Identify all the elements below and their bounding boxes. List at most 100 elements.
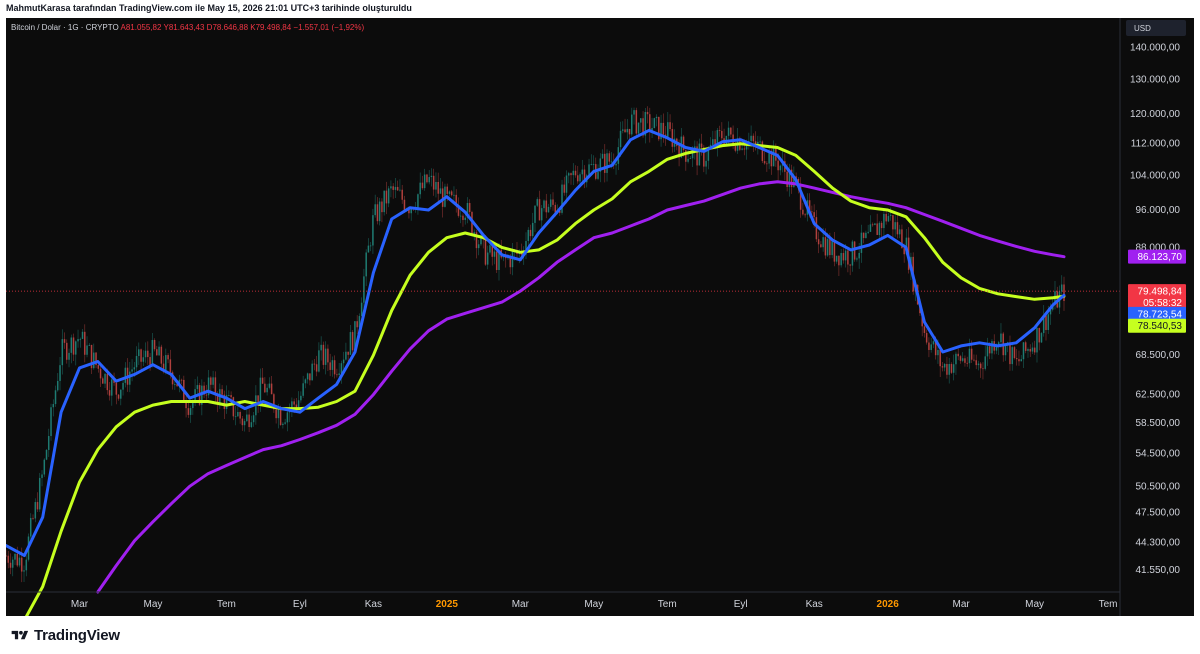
candle-body	[234, 416, 237, 418]
candle-body	[383, 190, 385, 213]
candle-body	[1029, 349, 1032, 352]
candle-body	[1033, 347, 1036, 353]
candle-body	[531, 222, 534, 237]
time-tick-label: May	[143, 599, 162, 610]
candle-body	[540, 208, 543, 221]
candle-body	[955, 353, 957, 365]
candle-body	[92, 352, 95, 369]
candle-body	[576, 175, 579, 182]
candle-body	[156, 349, 158, 356]
plot-background	[6, 18, 1194, 616]
candle-body	[887, 216, 890, 222]
candle-body	[25, 559, 28, 571]
candle-body	[59, 365, 61, 381]
candle-body	[743, 148, 746, 150]
candle-body	[635, 110, 638, 134]
candle-body	[1063, 284, 1065, 302]
candle-body	[903, 248, 905, 255]
candle-body	[646, 111, 649, 115]
tradingview-logo[interactable]: TradingView	[10, 627, 120, 644]
candle-body	[862, 232, 865, 238]
candle-body	[329, 362, 331, 370]
candle-body	[331, 360, 334, 370]
candle-body	[61, 339, 64, 366]
candle-body	[885, 213, 887, 222]
candle-body	[538, 199, 541, 221]
candle-body	[47, 436, 50, 450]
symbol-legend[interactable]: Bitcoin / Dolar · 1G · CRYPTO A81.055,82…	[11, 23, 364, 32]
candle-body	[628, 128, 631, 135]
candle-body	[72, 337, 75, 355]
candle-body	[138, 349, 140, 356]
candle-body	[144, 350, 147, 358]
candle-body	[108, 390, 111, 396]
symbol-title: Bitcoin / Dolar · 1G · CRYPTO	[11, 23, 119, 32]
candle-body	[667, 122, 669, 138]
candle-body	[574, 170, 577, 176]
candle-body	[630, 114, 633, 135]
candle-body	[867, 231, 869, 233]
candle-body	[83, 331, 86, 355]
candle-body	[950, 363, 953, 373]
price-tick-label: 120.000,00	[1130, 109, 1180, 120]
chart-frame[interactable]: USD 140.000,00 130.000,00 120.000,00 112.00…	[6, 18, 1194, 616]
candle-body	[399, 189, 401, 191]
candle-body	[246, 414, 248, 422]
candle-body	[462, 215, 464, 220]
price-tick-label: 50.500,00	[1136, 481, 1181, 492]
time-tick-label: Tem	[658, 599, 677, 610]
candle-body	[248, 414, 250, 428]
candle-body	[426, 174, 428, 183]
candle-body	[815, 217, 818, 240]
candle-body	[464, 217, 467, 220]
candle-body	[876, 223, 878, 235]
candle-body	[570, 173, 572, 176]
candle-body	[432, 175, 435, 190]
candle-body	[547, 206, 550, 213]
price-tick-label: 130.000,00	[1130, 75, 1180, 86]
candle-body	[937, 349, 939, 356]
candle-body	[65, 342, 68, 360]
price-tick-label: 47.500,00	[1136, 508, 1181, 519]
candle-body	[241, 418, 244, 426]
candle-body	[1022, 342, 1025, 360]
price-tick-label: 104.000,00	[1130, 171, 1180, 182]
candle-body	[545, 200, 548, 213]
candle-body	[333, 360, 336, 375]
candle-body	[1027, 349, 1029, 351]
candle-body	[189, 408, 192, 415]
candle-body	[633, 110, 635, 115]
tradingview-brand: TradingView	[34, 627, 120, 644]
candle-body	[286, 412, 289, 423]
price-tick-label: 44.300,00	[1136, 538, 1181, 549]
candle-body	[165, 355, 167, 371]
price-chart[interactable]: USD 140.000,00 130.000,00 120.000,00 112.00…	[6, 18, 1194, 616]
candle-body	[439, 188, 442, 194]
candle-body	[700, 143, 703, 148]
candle-body	[117, 394, 120, 399]
candle-body	[111, 379, 113, 396]
time-tick-label: Eyl	[293, 599, 307, 610]
candle-body	[363, 276, 365, 303]
candle-body	[721, 130, 723, 139]
candle-body	[829, 239, 831, 256]
candle-body	[180, 379, 183, 381]
candle-body	[820, 244, 822, 248]
candle-body	[9, 562, 12, 568]
candle-body	[833, 241, 836, 262]
candle-body	[142, 357, 145, 362]
candle-body	[603, 153, 606, 173]
candle-body	[689, 158, 692, 160]
candle-body	[662, 122, 665, 135]
candle-body	[923, 326, 926, 333]
candle-body	[982, 368, 984, 370]
candle-body	[376, 204, 379, 222]
candle-body	[973, 359, 975, 361]
candle-body	[1038, 327, 1041, 343]
candle-body	[324, 348, 327, 365]
price-tick-label: 112.000,00	[1131, 139, 1181, 150]
candle-body	[777, 160, 779, 171]
candle-body	[671, 129, 674, 147]
candle-body	[640, 118, 642, 123]
candle-body	[360, 302, 363, 317]
